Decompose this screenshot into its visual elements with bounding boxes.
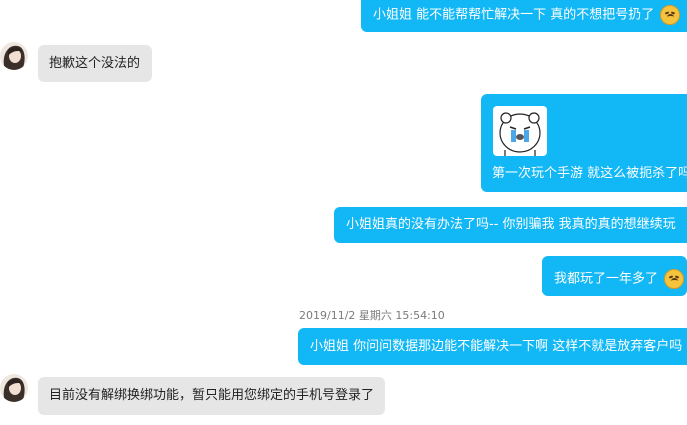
outgoing-message: 小姐姐 能不能帮帮忙解决一下 真的不想把号扔了 (361, 0, 687, 32)
sad-emoji-icon (664, 269, 685, 289)
message-text: 目前没有解绑换绑功能，暂只能用您绑定的手机号登录了 (49, 388, 375, 403)
message-text: 小姐姐 你问问数据那边能不能解决一下啊 这样不就是放弃客户吗 (310, 339, 683, 354)
message-text: 抱歉这个没法的 (49, 56, 141, 71)
chat-window: 小姐姐 能不能帮帮忙解决一下 真的不想把号扔了 抱歉这个没法的 第一次玩个手游 … (0, 0, 687, 425)
outgoing-message: 我都玩了一年多了 (542, 256, 687, 296)
avatar-image (0, 374, 28, 402)
message-text: 小姐姐 能不能帮帮忙解决一下 真的不想把号扔了 (373, 7, 655, 23)
avatar-image (0, 42, 28, 70)
outgoing-message: 小姐姐 你问问数据那边能不能解决一下啊 这样不就是放弃客户吗 (298, 328, 687, 365)
message-text: 我都玩了一年多了 (554, 271, 659, 287)
message-text: 第一次玩个手游 就这么被扼杀了吗 (492, 166, 687, 181)
incoming-message: 抱歉这个没法的 (38, 45, 152, 82)
sad-emoji-icon (660, 5, 681, 25)
message-timestamp: 2019/11/2 星期六 15:54:10 (299, 309, 445, 322)
outgoing-message: 小姐姐真的没有办法了吗-- 你别骗我 我真的真的想继续玩 (334, 207, 687, 243)
incoming-message: 目前没有解绑换绑功能，暂只能用您绑定的手机号登录了 (38, 377, 385, 415)
crying-bear-sticker-icon (493, 106, 547, 156)
message-text: 小姐姐真的没有办法了吗-- 你别骗我 我真的真的想继续玩 (346, 217, 676, 232)
avatar[interactable] (0, 42, 28, 70)
avatar[interactable] (0, 374, 28, 402)
